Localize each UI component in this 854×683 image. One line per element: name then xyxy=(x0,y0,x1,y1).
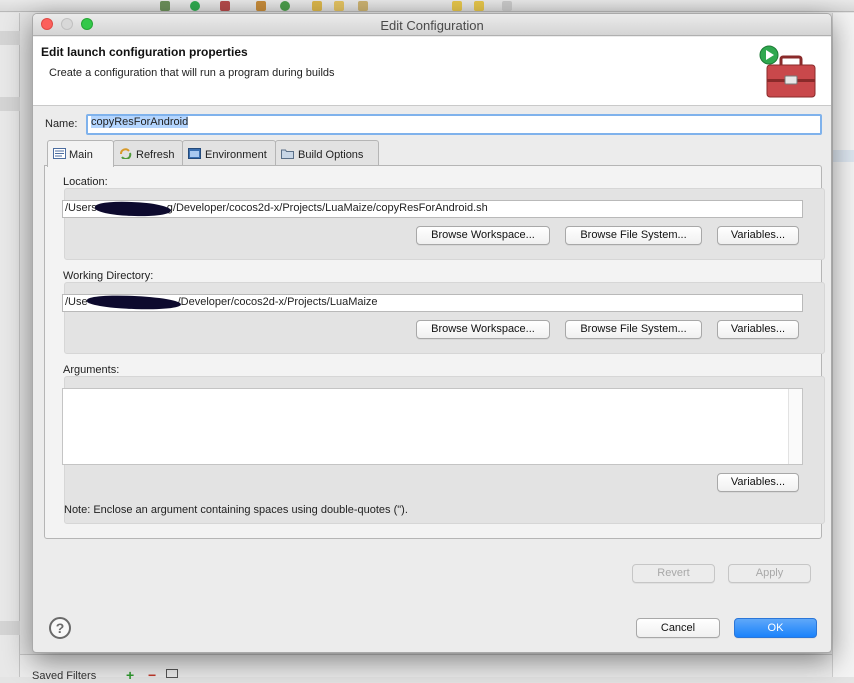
location-browse-file-system-button[interactable]: Browse File System... xyxy=(565,226,702,245)
tab-environment[interactable]: Environment xyxy=(182,140,276,166)
location-value-suffix: g/Developer/cocos2d-x/Projects/LuaMaize/… xyxy=(166,202,488,214)
environment-tab-icon xyxy=(188,148,201,159)
location-value-prefix: /Users xyxy=(65,202,97,214)
header-subtitle: Create a configuration that will run a p… xyxy=(49,67,335,79)
working-directory-variables-button[interactable]: Variables... xyxy=(717,320,799,339)
dialog-header: Edit launch configuration properties Cre… xyxy=(33,37,831,106)
location-variables-button[interactable]: Variables... xyxy=(717,226,799,245)
working-directory-value-suffix: /Developer/cocos2d-x/Projects/LuaMaize xyxy=(177,296,378,308)
cancel-button[interactable]: Cancel xyxy=(636,618,720,638)
working-directory-label: Working Directory: xyxy=(63,270,154,282)
arguments-variables-button[interactable]: Variables... xyxy=(717,473,799,492)
saved-filters-label: Saved Filters xyxy=(32,670,97,682)
ide-toolbar xyxy=(0,0,854,12)
toolbar-run-icon[interactable] xyxy=(190,1,200,11)
working-directory-group xyxy=(64,282,825,354)
toolbar-external-tools-icon[interactable] xyxy=(220,1,230,11)
working-directory-value-prefix: /Use xyxy=(65,296,88,308)
working-directory-browse-file-system-button[interactable]: Browse File System... xyxy=(565,320,702,339)
configuration-name-value: copyResForAndroid xyxy=(91,116,189,128)
revert-button[interactable]: Revert xyxy=(632,564,715,583)
toolbar-pen-icon[interactable] xyxy=(358,1,368,11)
arguments-scrollbar[interactable] xyxy=(788,389,802,464)
left-panel-tab[interactable] xyxy=(0,621,20,635)
right-panel-highlight xyxy=(833,150,854,162)
toolbar-back-icon[interactable] xyxy=(474,1,484,11)
tab-main[interactable]: Main xyxy=(47,140,114,167)
name-label: Name: xyxy=(45,118,78,130)
edit-configuration-dialog: Edit Configuration Edit launch configura… xyxy=(32,13,832,653)
tab-refresh[interactable]: Refresh xyxy=(113,140,183,166)
ide-left-panel xyxy=(0,13,20,677)
left-panel-tab[interactable] xyxy=(0,31,20,45)
ide-right-panel xyxy=(832,13,854,677)
remove-filter-icon[interactable]: − xyxy=(148,667,156,683)
toolbar-debug-icon[interactable] xyxy=(160,1,170,11)
configuration-name-input[interactable]: copyResForAndroid xyxy=(86,114,822,135)
working-directory-browse-workspace-button[interactable]: Browse Workspace... xyxy=(416,320,550,339)
main-tab-icon xyxy=(53,148,66,159)
arguments-textarea[interactable] xyxy=(62,388,803,465)
tab-refresh-label: Refresh xyxy=(136,149,175,161)
header-title: Edit launch configuration properties xyxy=(41,45,248,59)
toolbar-open-icon[interactable] xyxy=(334,1,344,11)
build-options-folder-icon xyxy=(281,149,294,159)
ok-button[interactable]: OK xyxy=(734,618,817,638)
apply-button[interactable]: Apply xyxy=(728,564,811,583)
location-browse-workspace-button[interactable]: Browse Workspace... xyxy=(416,226,550,245)
help-icon[interactable]: ? xyxy=(49,617,71,639)
title-bar[interactable]: Edit Configuration xyxy=(33,14,831,36)
arguments-note: Note: Enclose an argument containing spa… xyxy=(64,504,408,516)
window-title: Edit Configuration xyxy=(380,18,484,33)
tab-build-options-label: Build Options xyxy=(298,149,364,161)
refresh-tab-icon xyxy=(120,148,132,159)
left-panel-tab[interactable] xyxy=(0,97,20,111)
location-group xyxy=(64,188,825,260)
toolbar-nav-icon[interactable] xyxy=(452,1,462,11)
tab-environment-label: Environment xyxy=(205,149,267,161)
ide-bottom-view: Saved Filters + − xyxy=(20,654,832,683)
tab-main-label: Main xyxy=(69,149,93,161)
external-tools-toolbox-icon xyxy=(759,45,816,98)
location-field[interactable]: /Users g/Developer/cocos2d-x/Projects/Lua… xyxy=(62,200,803,218)
main-tab-panel: Location: /Users g/Developer/cocos2d-x/Pr… xyxy=(44,165,825,539)
toolbar-refresh-icon[interactable] xyxy=(280,1,290,11)
toolbar-folder-icon[interactable] xyxy=(312,1,322,11)
add-filter-icon[interactable]: + xyxy=(126,667,134,683)
location-label: Location: xyxy=(63,176,108,188)
tab-build-options[interactable]: Build Options xyxy=(275,140,379,166)
arguments-label: Arguments: xyxy=(63,364,120,376)
toolbar-package-icon[interactable] xyxy=(256,1,266,11)
toolbar-forward-icon[interactable] xyxy=(502,1,512,11)
